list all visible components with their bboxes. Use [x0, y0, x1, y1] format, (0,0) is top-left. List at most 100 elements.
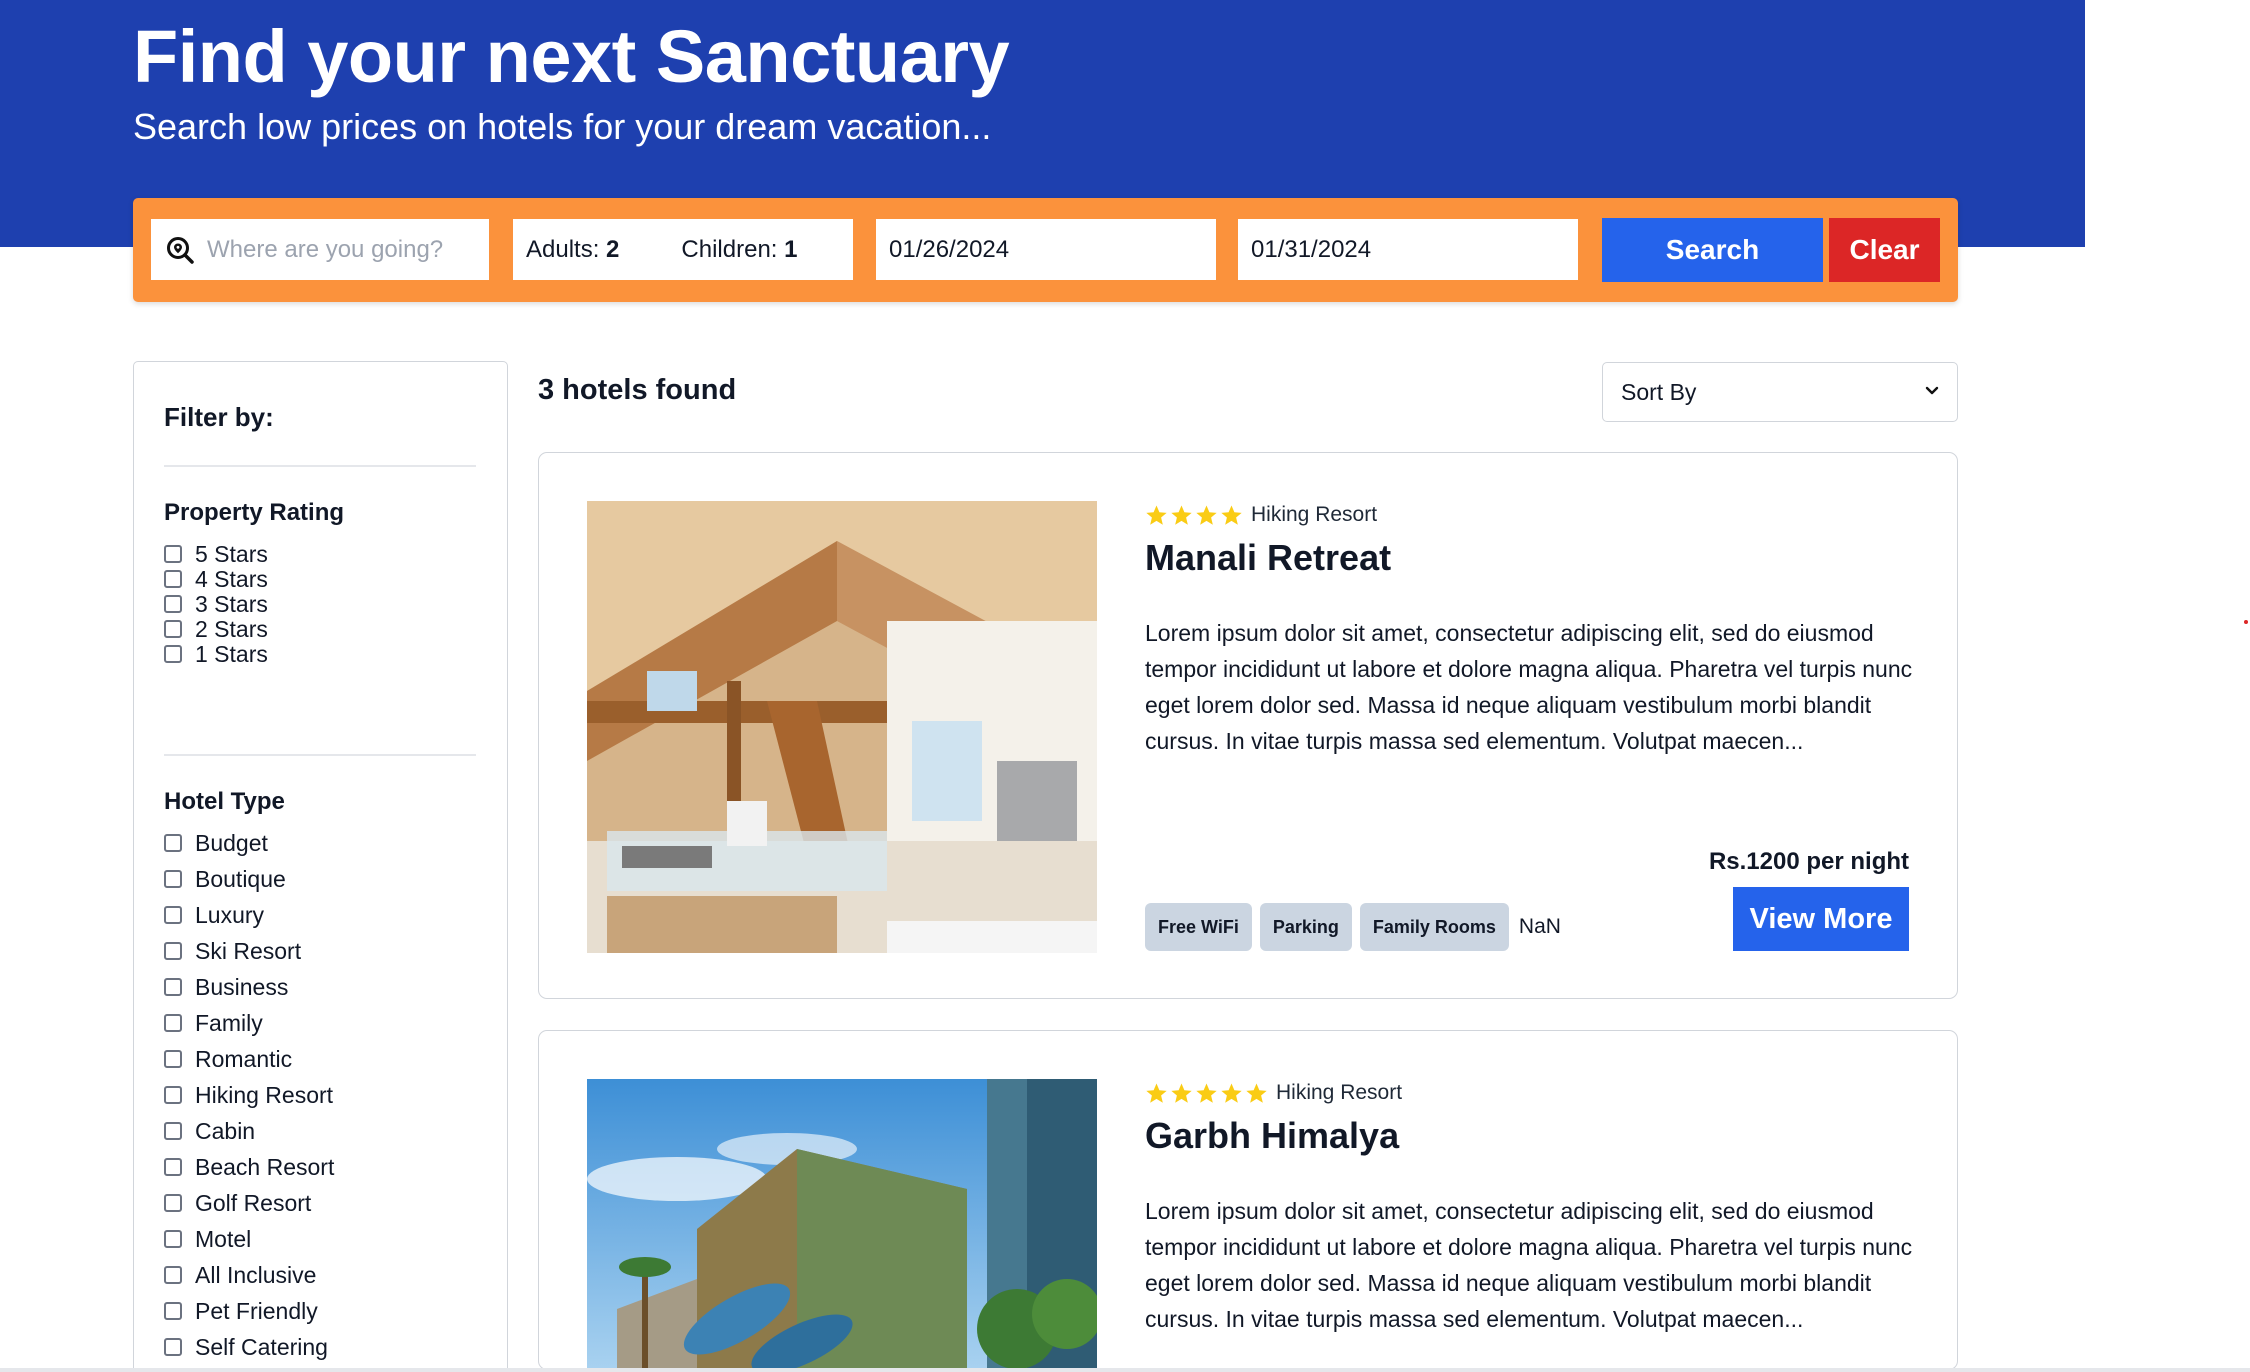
adults-label: Adults:: [526, 235, 600, 263]
option-label: Golf Resort: [195, 1189, 312, 1216]
star-icon: [1171, 1082, 1192, 1103]
type-option-pet-friendly[interactable]: Pet Friendly: [164, 1296, 318, 1326]
type-option-luxury[interactable]: Luxury: [164, 900, 264, 930]
checkbox[interactable]: [164, 1086, 182, 1104]
guests-field[interactable]: Adults: 2 Children: 1: [513, 219, 853, 280]
checkbox[interactable]: [164, 1122, 182, 1140]
checkbox[interactable]: [164, 870, 182, 888]
check-in-date-input[interactable]: 01/26/2024: [876, 219, 1216, 280]
checkbox[interactable]: [164, 1230, 182, 1248]
checkbox[interactable]: [164, 906, 182, 924]
type-option-golf-resort[interactable]: Golf Resort: [164, 1188, 311, 1218]
type-option-budget[interactable]: Budget: [164, 828, 268, 858]
filter-sidebar: Filter by: Property Rating 5 Stars 4 Sta…: [133, 361, 508, 1372]
clear-button[interactable]: Clear: [1829, 218, 1940, 282]
hotel-card: Hiking Resort Manali Retreat Lorem ipsum…: [538, 452, 1958, 999]
option-label: Motel: [195, 1225, 252, 1252]
type-option-family[interactable]: Family: [164, 1008, 263, 1038]
view-more-button[interactable]: View More: [1733, 887, 1909, 951]
type-option-ski-resort[interactable]: Ski Resort: [164, 936, 301, 966]
hotel-description: Lorem ipsum dolor sit amet, consectetur …: [1145, 620, 1913, 754]
type-option-self-catering[interactable]: Self Catering: [164, 1332, 328, 1362]
hotel-image: [587, 1079, 1097, 1369]
option-label: All Inclusive: [195, 1261, 317, 1288]
star-icon: [1221, 504, 1242, 525]
page-bottom-edge: [0, 1368, 2250, 1372]
checkbox[interactable]: [164, 1050, 182, 1068]
option-label: Pet Friendly: [195, 1297, 318, 1324]
option-label: Family: [195, 1009, 263, 1036]
checkbox[interactable]: [164, 645, 182, 663]
hotel-image: [587, 501, 1097, 953]
type-option-all-inclusive[interactable]: All Inclusive: [164, 1260, 316, 1290]
option-label: Luxury: [195, 901, 265, 928]
option-label: Hiking Resort: [195, 1081, 334, 1108]
checkbox[interactable]: [164, 978, 182, 996]
hotel-name[interactable]: Garbh Himalya: [1145, 1115, 1399, 1157]
checkbox[interactable]: [164, 620, 182, 638]
checkbox[interactable]: [164, 1158, 182, 1176]
adults-value[interactable]: 2: [606, 236, 619, 264]
hotel-type: Hiking Resort: [1276, 1081, 1403, 1104]
checkbox[interactable]: [164, 545, 182, 563]
destination-placeholder: Where are you going?: [207, 235, 444, 263]
filter-title: Filter by:: [164, 402, 274, 432]
hotel-name[interactable]: Manali Retreat: [1145, 537, 1391, 579]
star-icon: [1246, 1082, 1267, 1103]
option-label: 1 Stars: [195, 640, 268, 667]
search-button[interactable]: Search: [1602, 218, 1823, 282]
option-label: Beach Resort: [195, 1153, 335, 1180]
divider: [164, 754, 476, 756]
children-label: Children:: [681, 235, 778, 263]
facility-tag: Parking: [1259, 903, 1352, 951]
star-icon: [1196, 1082, 1217, 1103]
facility-tags: Free WiFi Parking Family Rooms NaN: [1145, 903, 1561, 951]
checkbox[interactable]: [164, 570, 182, 588]
rating-stars: Hiking Resort: [1145, 1081, 1402, 1105]
sort-select[interactable]: Sort By: [1602, 362, 1958, 422]
option-label: Budget: [195, 829, 268, 856]
checkbox[interactable]: [164, 1266, 182, 1284]
option-label: Ski Resort: [195, 937, 302, 964]
star-icon: [1146, 504, 1167, 525]
checkbox[interactable]: [164, 1014, 182, 1032]
type-option-hiking-resort[interactable]: Hiking Resort: [164, 1080, 333, 1110]
rating-option-1[interactable]: 1 Stars: [164, 639, 268, 669]
hotel-type-title: Hotel Type: [164, 788, 285, 815]
facility-tag: Free WiFi: [1145, 903, 1252, 951]
star-icon: [1196, 504, 1217, 525]
type-option-cabin[interactable]: Cabin: [164, 1116, 255, 1146]
facility-extra-count: NaN: [1518, 915, 1561, 938]
rating-stars: Hiking Resort: [1145, 503, 1377, 527]
divider: [164, 465, 476, 467]
chevron-down-icon: [1925, 386, 1939, 395]
star-icon: [1171, 504, 1192, 525]
children-value[interactable]: 1: [784, 236, 797, 264]
type-option-beach-resort[interactable]: Beach Resort: [164, 1152, 334, 1182]
checkbox[interactable]: [164, 834, 182, 852]
star-icon: [1146, 1082, 1167, 1103]
type-option-business[interactable]: Business: [164, 972, 288, 1002]
option-label: Cabin: [195, 1117, 256, 1144]
checkbox[interactable]: [164, 595, 182, 613]
option-label: Romantic: [195, 1045, 293, 1072]
type-option-boutique[interactable]: Boutique: [164, 864, 286, 894]
results-count: 3 hotels found: [538, 374, 737, 406]
type-option-romantic[interactable]: Romantic: [164, 1044, 292, 1074]
search-location-icon: [167, 236, 194, 264]
facility-tag: Family Rooms: [1359, 903, 1509, 951]
hotel-price: Rs.1200 per night: [1708, 848, 1909, 875]
checkbox[interactable]: [164, 942, 182, 960]
option-label: Boutique: [195, 865, 286, 892]
hotel-card: Hiking Resort Garbh Himalya Lorem ipsum …: [538, 1030, 1958, 1370]
check-out-date-input[interactable]: 01/31/2024: [1238, 219, 1578, 280]
destination-input[interactable]: Where are you going?: [151, 219, 489, 280]
sort-label: Sort By: [1621, 378, 1697, 405]
checkbox[interactable]: [164, 1338, 182, 1356]
checkbox[interactable]: [164, 1302, 182, 1320]
checkbox[interactable]: [164, 1194, 182, 1212]
property-rating-title: Property Rating: [164, 499, 345, 526]
type-option-motel[interactable]: Motel: [164, 1224, 251, 1254]
page-subtitle: Search low prices on hotels for your dre…: [133, 106, 992, 147]
hotel-type: Hiking Resort: [1251, 503, 1378, 526]
